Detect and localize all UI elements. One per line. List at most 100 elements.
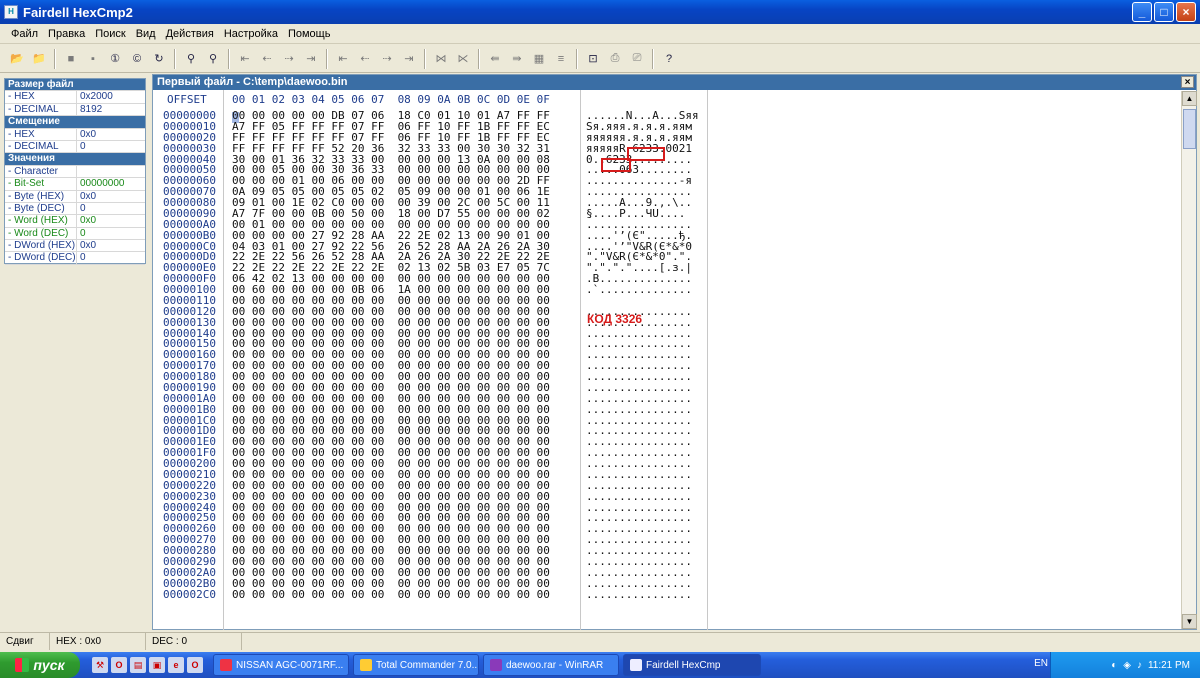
volume-icon[interactable]: ♪ — [1137, 660, 1142, 671]
status-hex: HEX : 0x0 — [50, 633, 146, 650]
join-icon[interactable]: ⋉ — [453, 49, 473, 69]
copy-left-icon[interactable]: ⇚ — [485, 49, 505, 69]
close-button[interactable]: × — [1176, 2, 1196, 22]
hex-column-header: 00 01 02 03 04 05 06 07 08 09 0A 0B 0C 0… — [232, 93, 550, 106]
properties-panel: Размер файл - HEX 0x2000- DECIMAL 8192 Смеще… — [4, 78, 146, 265]
property-label: - Word (DEC) — [5, 227, 77, 240]
property-label: - HEX — [5, 128, 77, 140]
hex-row[interactable]: 00 00 00 00 00 00 00 00 00 00 00 00 00 0… — [232, 589, 550, 601]
last-diff-icon[interactable]: ⇥ — [301, 49, 321, 69]
property-row[interactable]: - DWord (HEX) 0x0 — [5, 240, 145, 253]
quick-launch: ⚒ O ▤ ▣ e O — [92, 657, 203, 673]
print-icon[interactable]: ⎙ — [605, 49, 625, 69]
property-row[interactable]: - Byte (HEX) 0x0 — [5, 190, 145, 203]
scroll-down-icon[interactable]: ▼ — [1182, 614, 1197, 629]
menu-settings[interactable]: Настройка — [219, 28, 283, 40]
opera-icon[interactable]: O — [187, 657, 203, 673]
taskbar: пуск ⚒ O ▤ ▣ e O NISSAN AGC-0071RF... To… — [0, 652, 1200, 678]
tray-icon[interactable]: ◐ — [1111, 660, 1117, 671]
vertical-scrollbar[interactable]: ▲ ▼ — [1181, 91, 1197, 629]
task-nissan[interactable]: NISSAN AGC-0071RF... — [213, 654, 349, 676]
grid-icon[interactable]: ▦ — [529, 49, 549, 69]
ie-icon[interactable]: e — [168, 657, 184, 673]
property-row[interactable]: - DWord (DEC) 0 — [5, 252, 145, 265]
property-row[interactable]: - Word (DEC) 0 — [5, 227, 145, 241]
hex-bytes[interactable]: 00 00 00 00 00 DB 07 06 18 C0 01 10 01 A… — [232, 110, 550, 601]
menu-edit[interactable]: Правка — [43, 28, 90, 40]
title-bar[interactable]: H Fairdell HexCmp2 _ □ × — [0, 0, 1200, 24]
property-label: - DWord (HEX) — [5, 240, 77, 252]
quicklaunch-icon[interactable]: ▣ — [149, 657, 165, 673]
first-icon[interactable]: ⇤ — [333, 49, 353, 69]
next-icon[interactable]: ⇢ — [377, 49, 397, 69]
sync-1-icon[interactable]: ① — [105, 49, 125, 69]
stop-icon[interactable]: ■ — [61, 49, 81, 69]
copy-right-icon[interactable]: ⇛ — [507, 49, 527, 69]
window-controls: _ □ × — [1132, 2, 1196, 22]
section-header[interactable]: Размер файл — [5, 79, 145, 92]
minimize-button[interactable]: _ — [1132, 2, 1152, 22]
offset-column-header: OFFSET — [167, 93, 207, 106]
prev-diff-icon[interactable]: ⇠ — [257, 49, 277, 69]
next-diff-icon[interactable]: ⇢ — [279, 49, 299, 69]
compare-icon[interactable]: © — [127, 49, 147, 69]
export-icon[interactable]: ⊡ — [583, 49, 603, 69]
scroll-up-icon[interactable]: ▲ — [1182, 91, 1197, 106]
menu-help[interactable]: Помощь — [283, 28, 336, 40]
task-winrar[interactable]: daewoo.rar - WinRAR — [483, 654, 619, 676]
start-button[interactable]: пуск — [0, 652, 80, 678]
property-label: Смещение — [8, 116, 60, 128]
property-row[interactable]: - DECIMAL 8192 — [5, 103, 145, 117]
menu-file[interactable]: Файл — [6, 28, 43, 40]
quicklaunch-icon[interactable]: ⚒ — [92, 657, 108, 673]
property-row[interactable]: - DECIMAL 0 — [5, 140, 145, 154]
section-header[interactable]: Значения — [5, 153, 145, 166]
property-row[interactable]: - Bit-Set 00000000 — [5, 178, 145, 191]
ascii-row[interactable]: ................ — [586, 589, 699, 601]
first-diff-icon[interactable]: ⇤ — [235, 49, 255, 69]
toolbar-separator — [478, 48, 480, 69]
task-hexcmp[interactable]: Fairdell HexCmp — [623, 654, 761, 676]
section-header[interactable]: Смещение — [5, 116, 145, 129]
code-annotation: КОД 3326 — [587, 312, 643, 326]
task-total-commander[interactable]: Total Commander 7.0... — [353, 654, 479, 676]
property-row[interactable]: - Byte (DEC) 0 — [5, 202, 145, 216]
property-row[interactable]: - Character — [5, 165, 145, 179]
ascii-column[interactable]: ......N...A...Sяя Sя.яяя.я.я.я.яям яяяяяя.… — [586, 110, 699, 601]
property-row[interactable]: - HEX 0x2000 — [5, 91, 145, 104]
menu-actions[interactable]: Действия — [161, 28, 219, 40]
property-label: - DWord (DEC) — [5, 252, 77, 264]
offset-cell: 000002C0 — [163, 587, 216, 601]
maximize-button[interactable]: □ — [1154, 2, 1174, 22]
open-second-file-icon[interactable]: 📁 — [29, 49, 49, 69]
list-icon[interactable]: ≡ — [551, 49, 571, 69]
property-label: - DECIMAL — [5, 140, 77, 153]
property-label: Размер файл — [8, 79, 74, 90]
ascii-row[interactable]: .`.............. — [586, 284, 699, 296]
property-value — [77, 166, 145, 177]
print-preview-icon[interactable]: ⎚ — [627, 49, 647, 69]
language-indicator[interactable]: EN — [1034, 658, 1048, 669]
split-icon[interactable]: ⋈ — [431, 49, 451, 69]
property-row[interactable]: - HEX 0x0 — [5, 128, 145, 141]
find-next-icon[interactable]: ⚲ — [203, 49, 223, 69]
open-first-file-icon[interactable]: 📂 — [7, 49, 27, 69]
last-icon[interactable]: ⇥ — [399, 49, 419, 69]
close-file-icon[interactable]: ▪ — [83, 49, 103, 69]
property-row[interactable]: - Word (HEX) 0x0 — [5, 215, 145, 228]
menu-view[interactable]: Вид — [131, 28, 161, 40]
clock[interactable]: 11:21 PM — [1148, 660, 1190, 671]
find-icon[interactable]: ⚲ — [181, 49, 201, 69]
menu-bar: Файл Правка Поиск Вид Действия Настройка… — [0, 24, 1200, 44]
opera-icon[interactable]: O — [111, 657, 127, 673]
menu-search[interactable]: Поиск — [90, 28, 130, 40]
close-pane-icon[interactable]: × — [1181, 76, 1194, 88]
tray-icon[interactable]: ◈ — [1123, 660, 1131, 671]
scroll-thumb[interactable] — [1183, 109, 1196, 149]
refresh-icon[interactable]: ↻ — [149, 49, 169, 69]
help-icon[interactable]: ? — [659, 49, 679, 69]
quicklaunch-icon[interactable]: ▤ — [130, 657, 146, 673]
offset-column: 00000000 00000010 00000020 00000030 00000040… — [163, 110, 216, 601]
hex-view[interactable]: Первый файл - C:\temp\daewoo.bin × OFFSE… — [152, 74, 1197, 630]
prev-icon[interactable]: ⇠ — [355, 49, 375, 69]
